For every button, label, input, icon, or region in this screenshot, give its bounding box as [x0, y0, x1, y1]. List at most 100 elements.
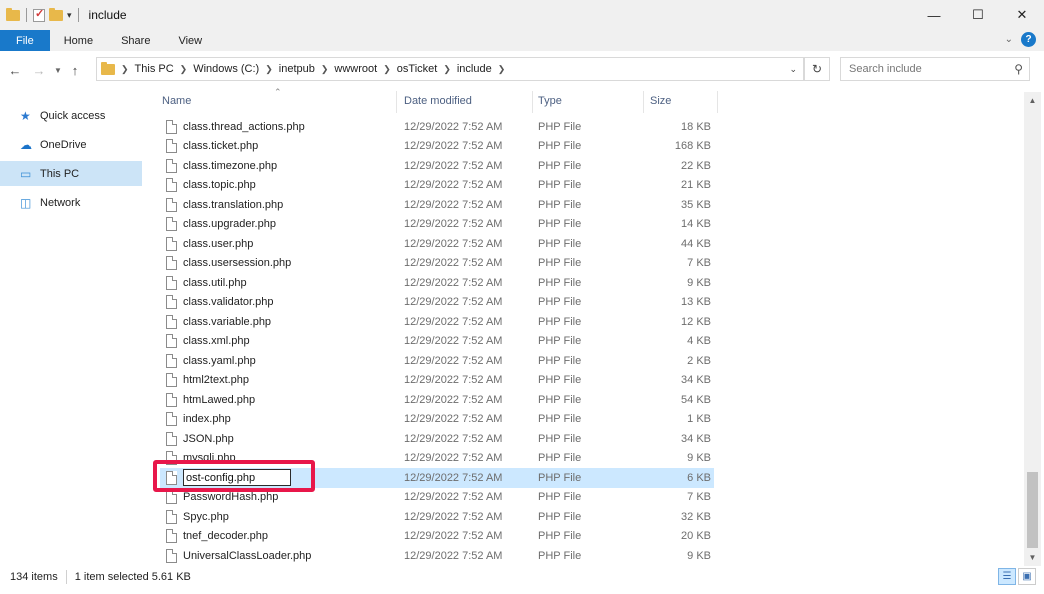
maximize-button[interactable]: ☐ [956, 0, 1000, 30]
file-name: class.variable.php [183, 315, 272, 328]
php-file-icon [166, 490, 177, 505]
minimize-button[interactable]: — [912, 0, 956, 30]
column-divider[interactable] [643, 91, 644, 113]
file-name: PasswordHash.php [183, 491, 279, 504]
breadcrumb-separator-icon[interactable]: ❯ [441, 64, 453, 75]
table-row[interactable]: Spyc.php 12/29/2022 7:52 AM PHP File 32 KB [160, 507, 714, 527]
address-bar[interactable]: ❯ This PC ❯ Windows (C:) ❯ inetpub ❯ www… [96, 57, 804, 81]
table-row[interactable]: class.yaml.php 12/29/2022 7:52 AM PHP File… [160, 351, 714, 371]
file-type: PHP File [538, 237, 582, 250]
breadcrumb-wwwroot[interactable]: wwwroot [330, 63, 381, 75]
large-icons-view-icon[interactable]: ▣ [1018, 568, 1036, 585]
breadcrumb-separator-icon[interactable]: ❯ [178, 64, 190, 75]
customize-toolbar-dropdown-icon[interactable]: ▾ [67, 10, 72, 21]
php-file-icon [166, 548, 177, 563]
breadcrumb-separator-icon[interactable]: ❯ [381, 64, 393, 75]
tab-home[interactable]: Home [50, 30, 107, 51]
file-type: PHP File [538, 530, 582, 543]
column-size[interactable]: Size [650, 95, 671, 107]
table-row[interactable]: class.upgrader.php 12/29/2022 7:52 AM PHP … [160, 215, 714, 235]
file-size: 9 KB [687, 549, 711, 562]
php-file-icon [166, 217, 177, 232]
table-row[interactable]: UniversalClassLoader.php 12/29/2022 7:52 … [160, 546, 714, 566]
breadcrumb-windows-c[interactable]: Windows (C:) [189, 63, 263, 75]
file-explorer-window: ▾ include — ☐ ✕ File Home Share View ⌄ ?… [0, 0, 1044, 594]
sidebar-item-onedrive[interactable]: ☁ OneDrive [0, 132, 152, 157]
recent-locations-icon[interactable]: ▼ [52, 66, 64, 75]
breadcrumb-osticket[interactable]: osTicket [393, 63, 442, 75]
table-row[interactable]: JSON.php 12/29/2022 7:52 AM PHP File 34 KB [160, 429, 714, 449]
breadcrumb-this-pc[interactable]: This PC [131, 63, 178, 75]
sidebar-item-this-pc[interactable]: ▭ This PC [0, 161, 142, 186]
php-file-icon [166, 373, 177, 388]
table-row[interactable]: class.xml.php 12/29/2022 7:52 AM PHP File 4… [160, 332, 714, 352]
file-size: 13 KB [681, 296, 711, 309]
file-name: class.ticket.php [183, 140, 259, 153]
table-row[interactable]: index.php 12/29/2022 7:52 AM PHP File 1 KB [160, 410, 714, 430]
forward-arrow-icon[interactable]: → [30, 63, 48, 78]
table-row[interactable]: class.validator.php 12/29/2022 7:52 AM PHP… [160, 293, 714, 313]
table-row[interactable]: class.ticket.php 12/29/2022 7:52 AM PHP Fi… [160, 137, 714, 157]
breadcrumb-separator-icon[interactable]: ❯ [263, 64, 275, 75]
table-row[interactable]: class.thread_actions.php 12/29/2022 7:52 … [160, 117, 714, 137]
file-type: PHP File [538, 413, 582, 426]
php-file-icon [166, 236, 177, 251]
new-folder-icon[interactable] [49, 7, 63, 21]
breadcrumb-separator-icon[interactable]: ❯ [319, 64, 331, 75]
table-row[interactable]: class.timezone.php 12/29/2022 7:52 AM PHP … [160, 156, 714, 176]
table-row[interactable]: class.util.php 12/29/2022 7:52 AM PHP File… [160, 273, 714, 293]
details-view-icon[interactable]: ☰ [998, 568, 1016, 585]
search-input[interactable]: Search include ⚲ [840, 57, 1030, 81]
help-icon[interactable]: ? [1021, 32, 1036, 47]
search-placeholder: Search include [849, 63, 922, 75]
sidebar-item-network[interactable]: ◫ Network [0, 190, 152, 215]
address-row: ← → ▼ ↑ ❯ This PC ❯ Windows (C:) ❯ inetp… [0, 55, 1044, 85]
php-file-icon [166, 139, 177, 154]
vertical-scrollbar[interactable]: ▲ ▼ [1024, 92, 1041, 566]
column-divider[interactable] [396, 91, 397, 113]
address-dropdown-icon[interactable]: ⌄ [789, 64, 797, 75]
column-divider[interactable] [532, 91, 533, 113]
column-divider[interactable] [717, 91, 718, 113]
tab-view[interactable]: View [164, 30, 216, 51]
breadcrumb-separator-icon[interactable]: ❯ [496, 64, 508, 75]
file-type: PHP File [538, 510, 582, 523]
back-arrow-icon[interactable]: ← [6, 63, 24, 78]
table-row[interactable]: class.usersession.php 12/29/2022 7:52 AM P… [160, 254, 714, 274]
table-row[interactable]: html2text.php 12/29/2022 7:52 AM PHP File 3… [160, 371, 714, 391]
column-name[interactable]: Name [162, 95, 191, 107]
table-row[interactable]: tnef_decoder.php 12/29/2022 7:52 AM PHP Fi… [160, 527, 714, 547]
up-arrow-icon[interactable]: ↑ [66, 63, 84, 78]
table-row[interactable]: class.variable.php 12/29/2022 7:52 AM PHP … [160, 312, 714, 332]
expand-ribbon-icon[interactable]: ⌄ [1005, 34, 1013, 45]
scroll-up-icon[interactable]: ▲ [1024, 92, 1041, 109]
table-row[interactable]: htmLawed.php 12/29/2022 7:52 AM PHP File 54… [160, 390, 714, 410]
tab-file[interactable]: File [0, 30, 50, 51]
file-date-modified: 12/29/2022 7:52 AM [404, 315, 503, 328]
scrollbar-thumb[interactable] [1027, 472, 1038, 548]
breadcrumb-include[interactable]: include [453, 63, 496, 75]
file-size: 54 KB [681, 393, 711, 406]
breadcrumb-inetpub[interactable]: inetpub [275, 63, 319, 75]
sidebar-item-quick-access[interactable]: ★ Quick access [0, 103, 152, 128]
file-type: PHP File [538, 140, 582, 153]
scroll-down-icon[interactable]: ▼ [1024, 549, 1041, 566]
table-row[interactable]: class.topic.php 12/29/2022 7:52 AM PHP Fil… [160, 176, 714, 196]
table-row[interactable]: class.translation.php 12/29/2022 7:52 AM P… [160, 195, 714, 215]
file-size: 168 KB [674, 140, 711, 153]
tab-share[interactable]: Share [107, 30, 164, 51]
file-type: PHP File [538, 374, 582, 387]
sidebar-item-label: Quick access [40, 109, 106, 122]
close-button[interactable]: ✕ [1000, 0, 1044, 30]
column-date-modified[interactable]: Date modified [404, 95, 472, 107]
breadcrumb-separator-icon[interactable]: ❯ [119, 64, 131, 75]
column-type[interactable]: Type [538, 95, 562, 107]
file-size: 21 KB [681, 179, 711, 192]
file-name: class.topic.php [183, 179, 256, 192]
refresh-button[interactable]: ↻ [804, 57, 830, 81]
properties-icon[interactable] [33, 7, 45, 22]
file-size: 6 KB [687, 471, 711, 484]
file-type: PHP File [538, 354, 582, 367]
file-name: class.xml.php [183, 335, 250, 348]
table-row[interactable]: class.user.php 12/29/2022 7:52 AM PHP File… [160, 234, 714, 254]
